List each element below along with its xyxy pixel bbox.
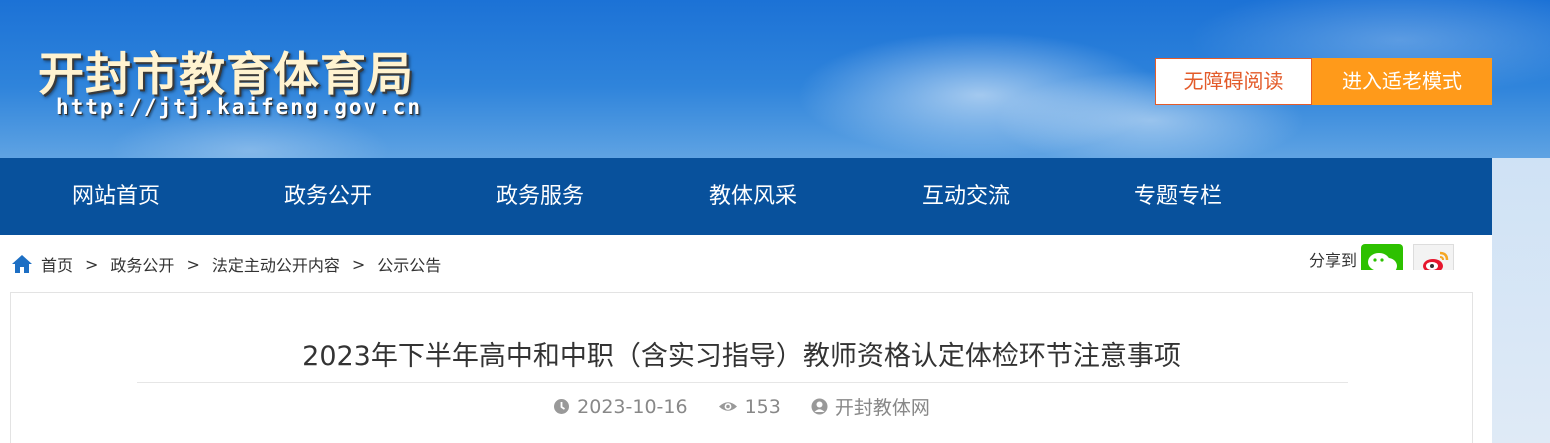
article-source: 开封教体网 (811, 393, 930, 420)
article-meta: 2023-10-16 153 开封教体网 (0, 393, 1483, 420)
breadcrumb-home[interactable]: 首页 (41, 252, 73, 276)
breadcrumb-separator: > (85, 254, 99, 274)
nav-item-home[interactable]: 网站首页 (72, 158, 160, 235)
breadcrumb-announcements[interactable]: 公示公告 (377, 252, 441, 276)
nav-item-gov-affairs-open[interactable]: 政务公开 (284, 158, 372, 235)
home-icon[interactable] (11, 254, 33, 274)
breadcrumb-statutory-disclosure[interactable]: 法定主动公开内容 (212, 252, 340, 276)
user-icon (811, 398, 828, 415)
breadcrumb-separator: > (351, 254, 366, 274)
wechat-icon[interactable] (1361, 244, 1403, 270)
publish-date: 2023-10-16 (553, 395, 688, 418)
elder-mode-button[interactable]: 进入适老模式 (1312, 58, 1492, 105)
site-url: http://jtj.kaifeng.gov.cn (56, 95, 423, 119)
share-label: 分享到 (1309, 251, 1358, 270)
weibo-icon[interactable] (1413, 244, 1454, 270)
article-title: 2023年下半年高中和中职（含实习指导）教师资格认定体检环节注意事项 (302, 341, 1181, 372)
page-side-background (1492, 158, 1550, 443)
nav-item-special-topics[interactable]: 专题专栏 (1134, 158, 1222, 235)
title-divider (137, 382, 1348, 383)
accessible-reading-button[interactable]: 无障碍阅读 (1155, 58, 1312, 105)
main-nav: 网站首页 政务公开 政务服务 教体风采 互动交流 专题专栏 (0, 158, 1492, 235)
eye-icon (718, 398, 738, 415)
view-count: 153 (718, 396, 781, 418)
nav-item-interaction[interactable]: 互动交流 (922, 158, 1010, 235)
nav-item-education-sports[interactable]: 教体风采 (709, 158, 797, 235)
breadcrumb-separator: > (186, 254, 200, 274)
nav-item-gov-services[interactable]: 政务服务 (496, 158, 584, 235)
article-source-text: 开封教体网 (834, 397, 930, 419)
view-count-text: 153 (744, 395, 781, 418)
clock-icon (553, 398, 570, 415)
breadcrumb: 首页 > 政务公开 > 法定主动公开内容 > 公示公告 (11, 252, 441, 276)
breadcrumb-gov-affairs-open[interactable]: 政务公开 (110, 252, 174, 276)
publish-date-text: 2023-10-16 (577, 395, 688, 418)
